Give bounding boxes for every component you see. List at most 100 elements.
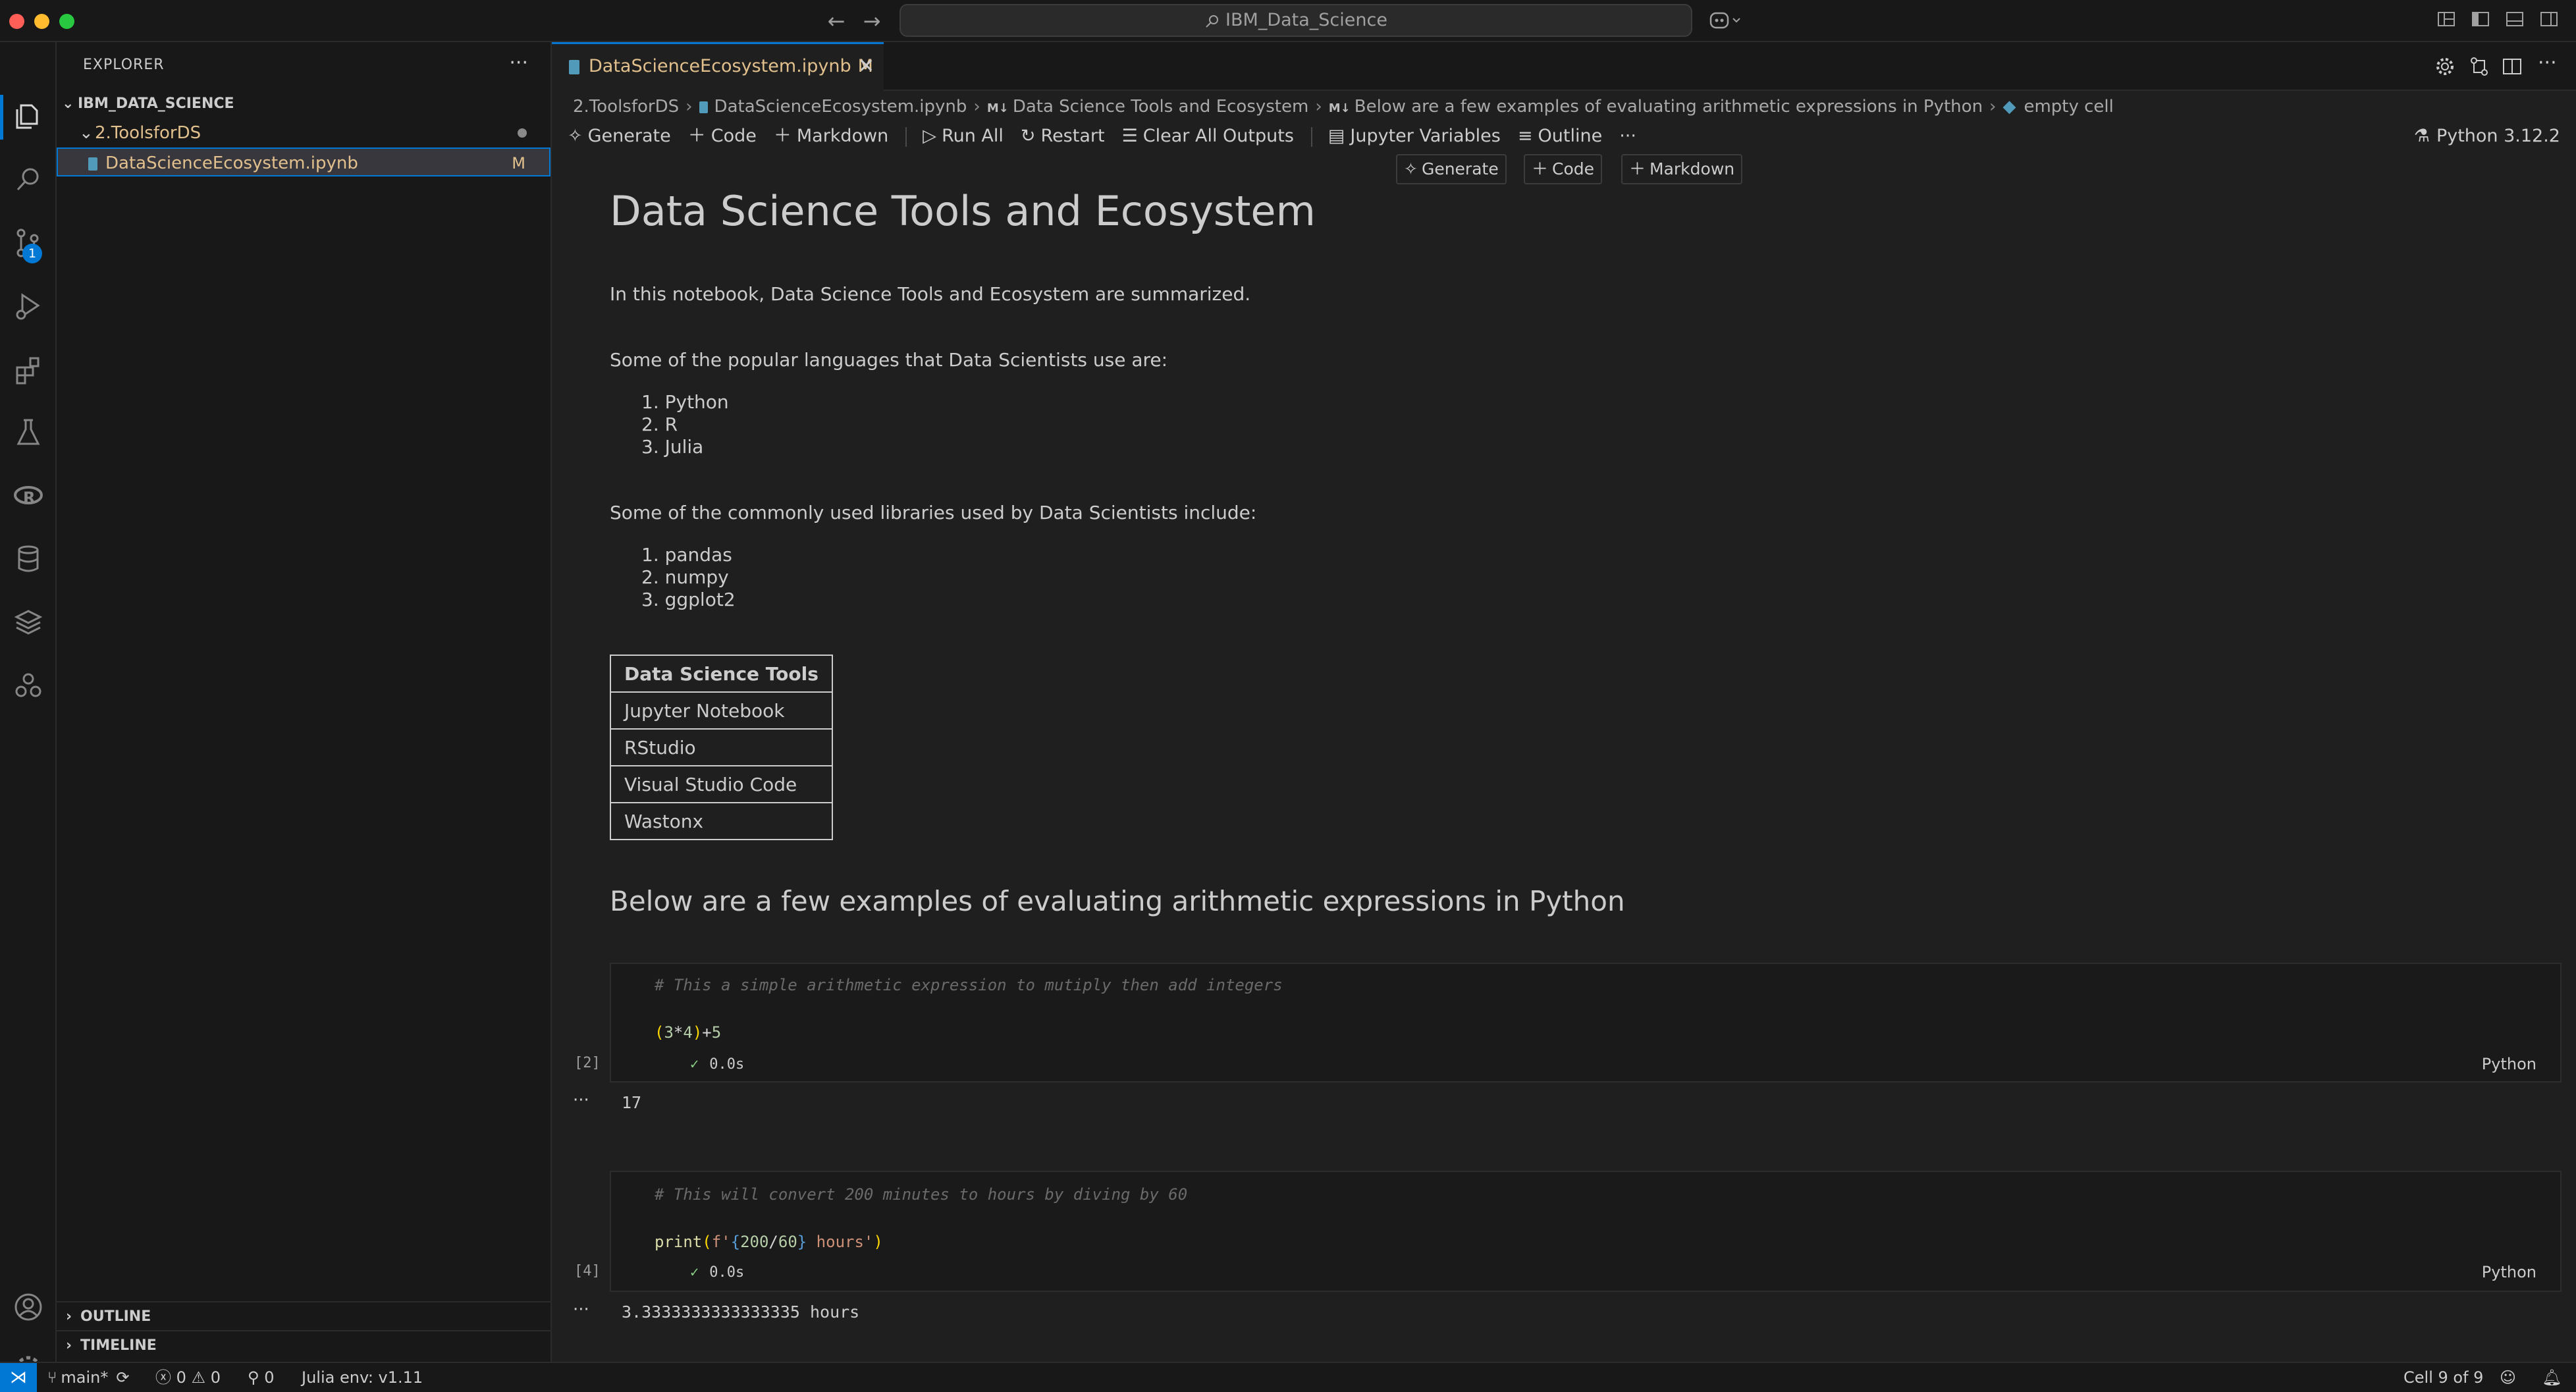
code-comment: # This a simple arithmetic expression to… [655,976,1283,994]
r-language-icon[interactable]: R [12,479,45,512]
jupyter-variables-button[interactable]: ▤ Jupyter Variables [1328,120,1501,153]
search-icon[interactable] [12,163,45,196]
tab-datascienceecosystem[interactable]: DataScienceEcosystem.ipynb M ✕ [552,42,884,91]
breadcrumb-item-heading[interactable]: Data Science Tools and Ecosystem [1013,97,1309,117]
outline-label: Outline [1538,126,1603,146]
code-token: ( [702,1233,712,1251]
scm-badge: 1 [22,244,42,263]
back-arrow-icon[interactable]: ← [822,7,851,36]
explorer-icon[interactable] [12,100,45,133]
account-icon[interactable] [12,1291,45,1324]
workspace-root[interactable]: ⌄ IBM_DATA_SCIENCE [57,90,550,119]
file-label: DataScienceEcosystem.ipynb [105,153,358,173]
code-token: * [673,1023,684,1042]
copilot-status-icon[interactable]: ☺ [2500,1363,2516,1392]
extensions-icon[interactable] [12,353,45,386]
output-actions[interactable]: ··· [573,1090,589,1110]
timeline-section[interactable]: › TIMELINE [57,1330,550,1359]
add-markdown-cell-button[interactable]: ＋ Markdown [774,120,888,153]
notebook-settings-gear-icon[interactable] [2434,55,2456,78]
tab-bar: DataScienceEcosystem.ipynb M ✕ ··· [552,42,2576,91]
code-token: + [702,1023,712,1042]
code-cell-1[interactable]: # This a simple arithmetic expression to… [610,963,2562,1083]
kernel-picker[interactable]: ⚗ Python 3.12.2 [2414,120,2560,153]
error-count: 0 [176,1368,186,1387]
code-cell-2[interactable]: # This will convert 200 minutes to hours… [610,1171,2562,1292]
python-cell-icon: ◆ [2002,97,2016,117]
close-icon[interactable]: ✕ [858,44,874,89]
folder-toolsfords[interactable]: ⌄2.ToolsforDS [57,119,550,147]
cell-position[interactable]: Cell 9 of 9 [2403,1363,2483,1392]
explorer-more-actions[interactable]: ··· [509,51,528,74]
status-bar: ⋊ ⑂ main* ⟳ ⓧ 0 ⚠ 0 ⚲ 0 Julia env: v1.11 C… [0,1362,2576,1392]
chevron-right-icon: › [685,97,693,117]
cell-language[interactable]: Python [2482,1263,2536,1281]
notebook-file-icon [569,59,579,74]
ports-indicator[interactable]: ⚲ 0 [248,1363,275,1392]
breadcrumb-item-subheading[interactable]: Below are a few examples of evaluating a… [1355,97,1983,117]
notifications-bell-icon[interactable]: 🔔︎ [2542,1363,2562,1392]
plus-icon: ＋ [687,126,706,146]
database-icon[interactable] [12,543,45,576]
chevron-right-icon: › [1989,97,1997,117]
markdown-badge-icon: M↓ [1328,101,1351,115]
toolbar-more-button[interactable]: ··· [1619,120,1636,153]
chevron-right-icon: › [66,1308,72,1325]
problems-indicator[interactable]: ⓧ 0 ⚠ 0 [155,1363,221,1392]
jupyter-icon[interactable] [12,669,45,702]
julia-env-indicator[interactable]: Julia env: v1.11 [302,1363,423,1392]
toggle-secondary-sidebar-icon[interactable] [2539,9,2562,32]
insert-generate-button[interactable]: ✧ Generate [1396,154,1507,184]
code-token: 5 [711,1023,722,1042]
code-token: 200 [740,1233,769,1251]
window-title: IBM_Data_Science [1225,10,1387,30]
outline-button[interactable]: ≡ Outline [1518,120,1602,153]
restart-button[interactable]: ↻ Restart [1021,120,1105,153]
timeline-label: TIMELINE [80,1337,157,1354]
customize-layout-icon[interactable] [2436,9,2459,32]
more-actions-icon[interactable]: ··· [2538,53,2560,78]
clear-all-outputs-button[interactable]: ☰ Clear All Outputs [1122,120,1294,153]
forward-arrow-icon[interactable]: → [857,7,886,36]
outline-section[interactable]: › OUTLINE [57,1301,550,1330]
insert-markdown-button[interactable]: ＋ Markdown [1621,154,1743,184]
copilot-icon[interactable] [1708,9,1740,32]
generate-button[interactable]: ✧ Generate [568,120,671,153]
sparkle-icon: ✧ [568,126,583,146]
code-token: / [768,1233,778,1251]
list-item: 2. R [641,414,678,435]
svg-text:R: R [23,489,35,507]
breadcrumb-item-folder[interactable]: 2.ToolsforDS [573,97,679,117]
add-code-cell-button[interactable]: ＋ Code [688,120,757,153]
maximize-window-button[interactable] [59,14,74,29]
open-changes-icon[interactable] [2468,55,2490,78]
breadcrumb-item-cell[interactable]: empty cell [2024,97,2113,117]
code-token: ( [655,1023,664,1042]
branch-indicator[interactable]: ⑂ main* ⟳ [47,1363,129,1392]
cell-language[interactable]: Python [2482,1055,2536,1073]
layers-icon[interactable] [12,606,45,639]
code-token: ) [692,1023,703,1042]
run-debug-icon[interactable] [12,290,45,323]
run-all-button[interactable]: ▷ Run All [923,120,1004,153]
chevron-right-icon: › [66,1337,72,1354]
insert-code-button[interactable]: ＋ Code [1524,154,1603,184]
breadcrumb-item-file[interactable]: DataScienceEcosystem.ipynb [714,97,967,117]
close-window-button[interactable] [9,14,24,29]
testing-icon[interactable] [12,416,45,449]
command-center-search[interactable]: IBM_Data_Science [899,4,1692,37]
minimize-window-button[interactable] [34,14,49,29]
intro-text: In this notebook, Data Science Tools and… [610,283,1251,305]
remote-indicator-icon[interactable]: ⋊ [0,1363,37,1392]
toggle-panel-icon[interactable] [2505,9,2527,32]
output-actions[interactable]: ··· [573,1300,589,1320]
clear-outputs-label: Clear All Outputs [1142,126,1294,146]
chevron-down-icon: ⌄ [79,123,94,143]
markdown-badge-icon: M↓ [986,101,1009,115]
split-editor-icon[interactable] [2501,55,2523,78]
file-datascienceecosystem[interactable]: DataScienceEcosystem.ipynb M [57,147,550,176]
toggle-primary-sidebar-icon[interactable] [2471,9,2493,32]
plus-icon: ＋ [1629,159,1646,178]
breadcrumb: 2.ToolsforDS › DataScienceEcosystem.ipynb ›… [573,92,2114,121]
outline-icon: ≡ [1517,126,1533,146]
